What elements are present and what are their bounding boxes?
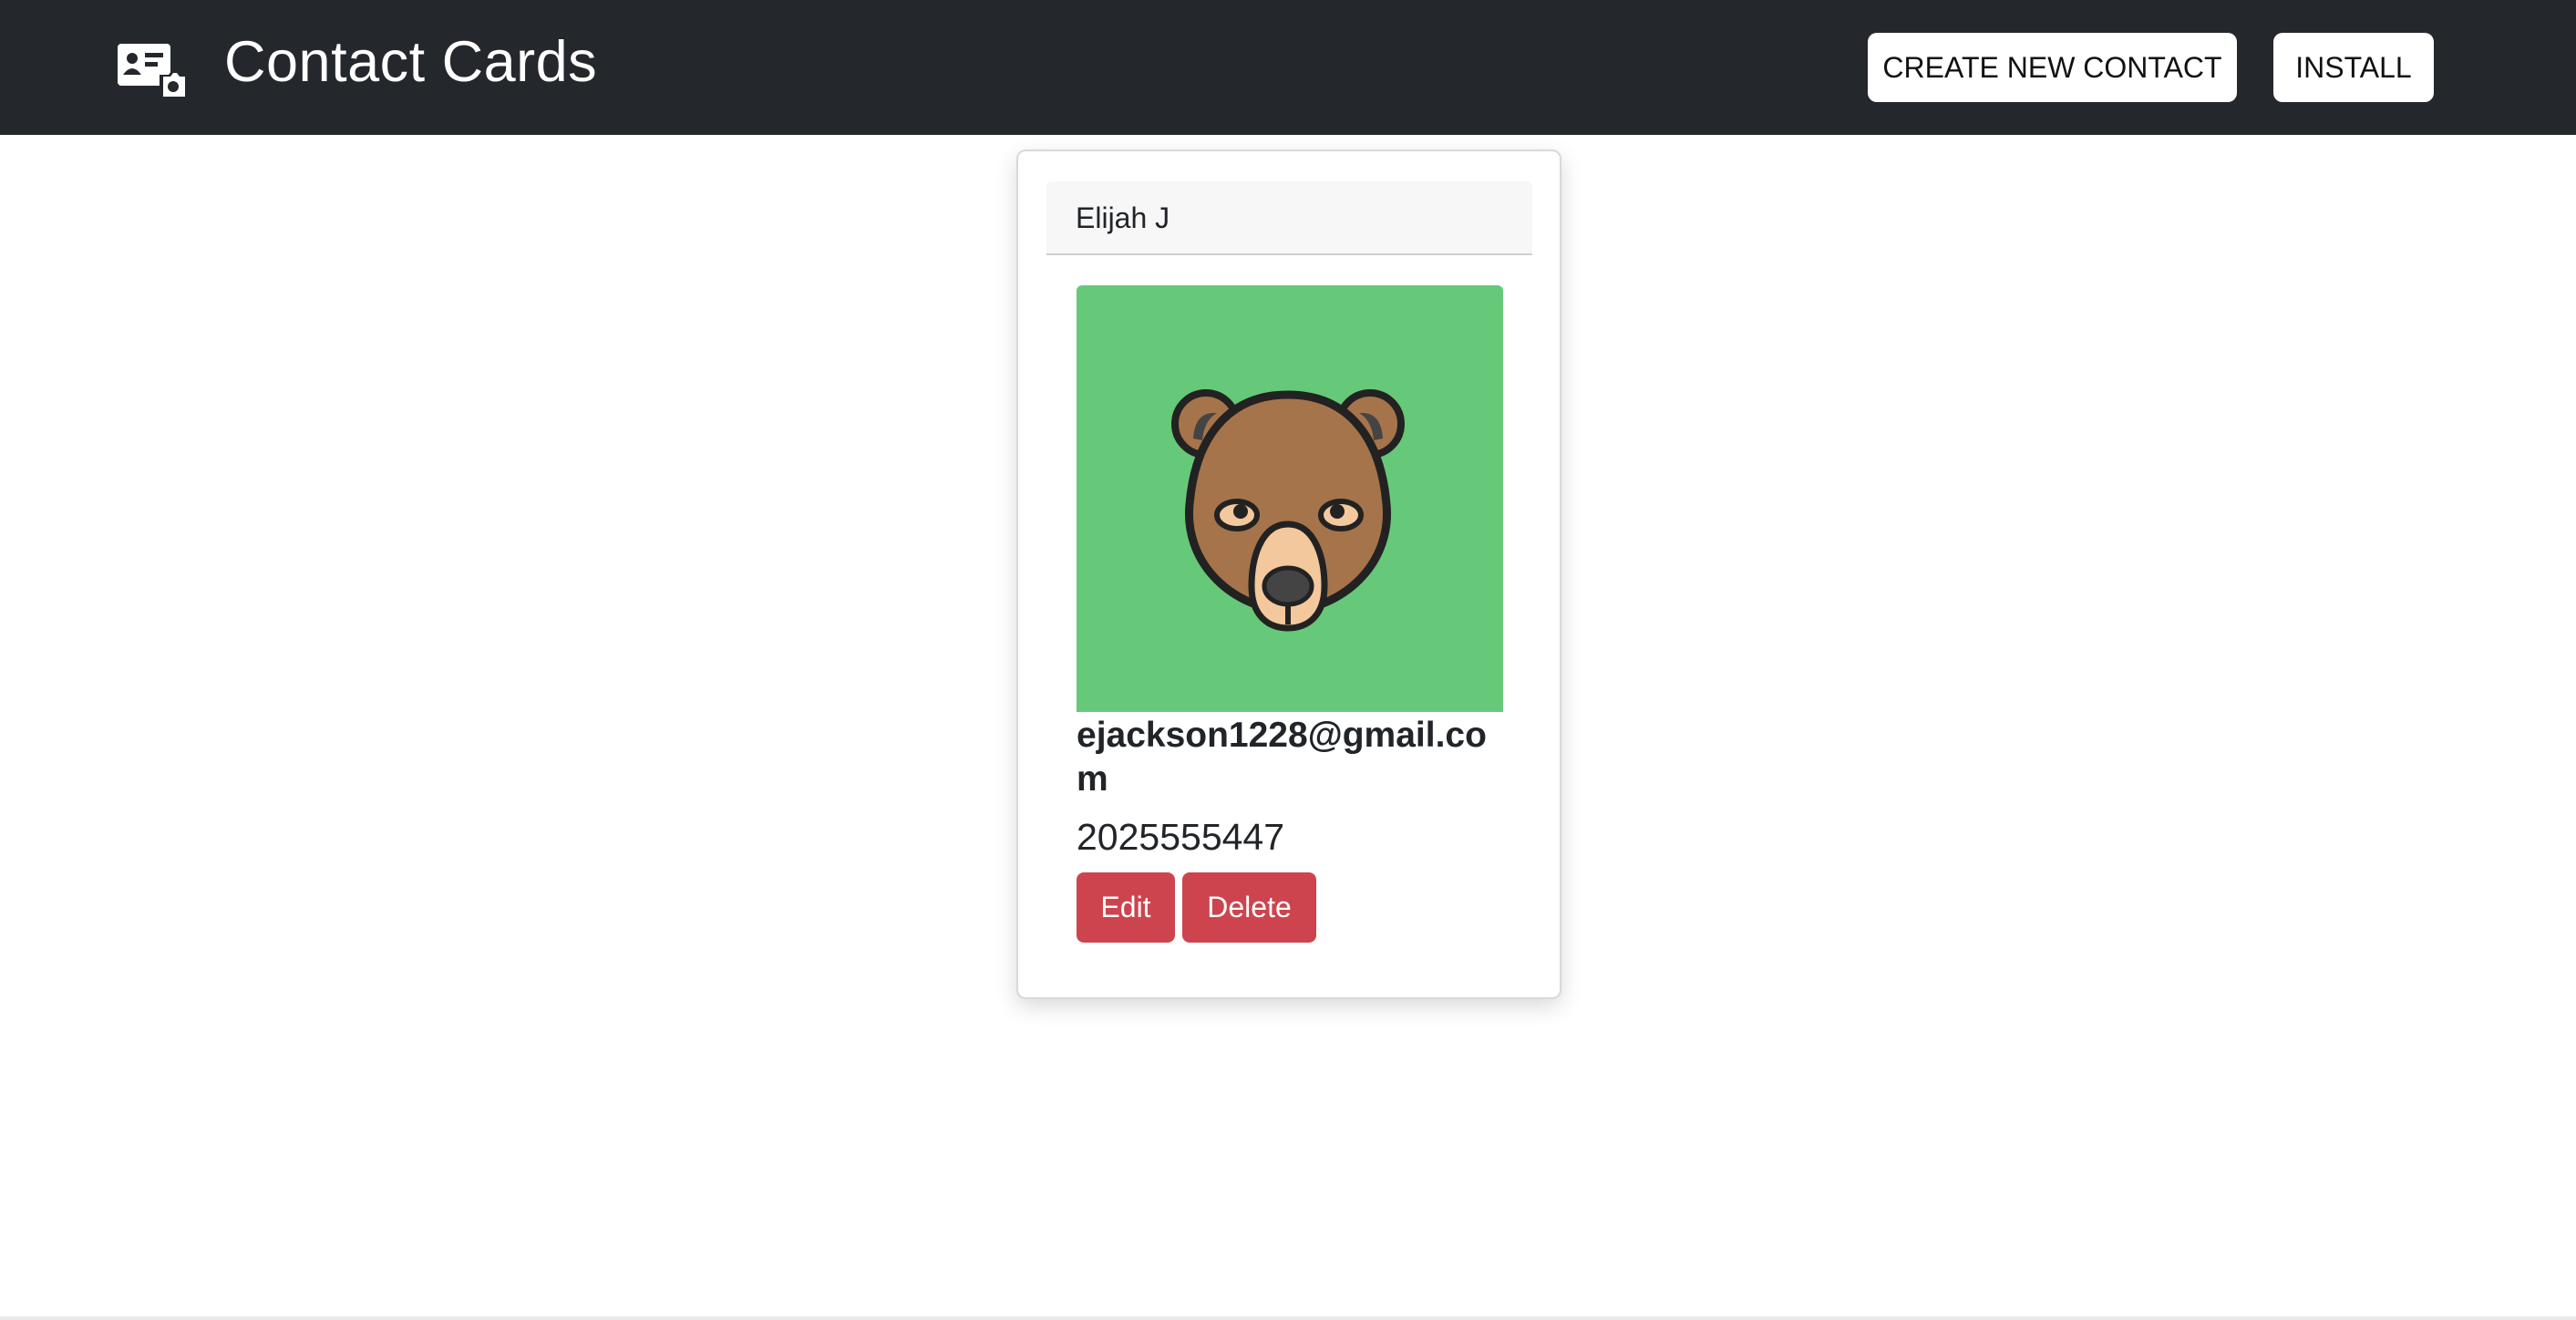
contact-card-icon bbox=[118, 44, 185, 97]
bottom-divider bbox=[0, 1316, 2576, 1320]
app-title: Contact Cards bbox=[224, 30, 598, 94]
contact-card-header: Elijah J bbox=[1046, 181, 1532, 255]
contact-phone: 2025555447 bbox=[1077, 816, 1285, 858]
install-button[interactable]: INSTALL bbox=[2273, 33, 2434, 102]
contact-avatar bbox=[1077, 285, 1503, 712]
create-new-contact-button[interactable]: CREATE NEW CONTACT bbox=[1868, 33, 2237, 102]
delete-button[interactable]: Delete bbox=[1182, 872, 1316, 943]
contact-name: Elijah J bbox=[1076, 201, 1170, 234]
top-navbar: Contact Cards CREATE NEW CONTACT INSTALL bbox=[0, 0, 2576, 135]
edit-button[interactable]: Edit bbox=[1077, 872, 1175, 943]
contact-email: ejackson1228@gmail.com bbox=[1077, 716, 1487, 799]
bear-avatar-icon bbox=[1171, 389, 1405, 632]
contact-card: Elijah J ejackson1228@gmail.com 20255554… bbox=[1016, 150, 1561, 999]
